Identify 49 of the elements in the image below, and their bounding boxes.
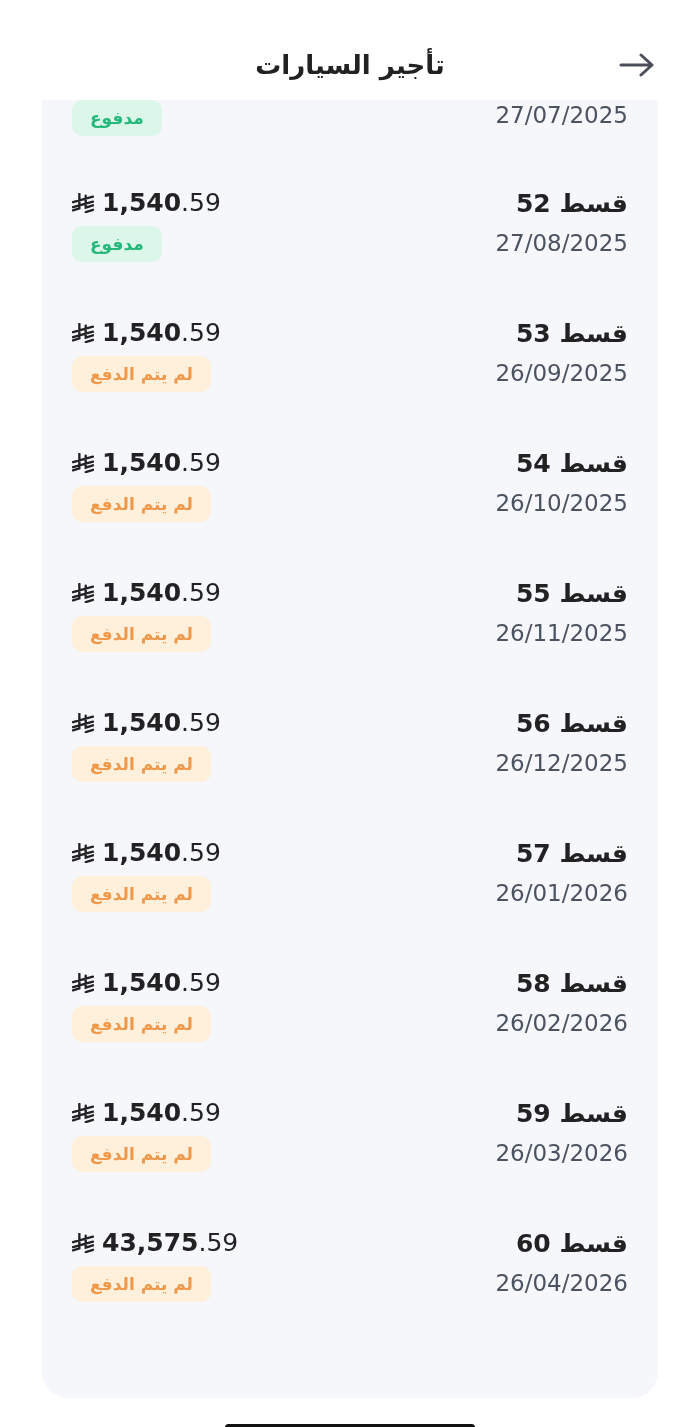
riyal-sign-icon bbox=[72, 713, 94, 733]
status-badge: لم يتم الدفع bbox=[72, 746, 211, 782]
amount: 43,575.59 bbox=[102, 1228, 239, 1258]
amount: 1,540.59 bbox=[102, 968, 221, 998]
amount: 1,540.59 bbox=[102, 578, 221, 608]
due-date: 26/11/2025 bbox=[495, 619, 628, 648]
installment-title: قسط 55 bbox=[515, 578, 628, 610]
status-badge: لم يتم الدفع bbox=[72, 356, 211, 392]
riyal-sign-icon bbox=[72, 193, 94, 213]
status-badge: لم يتم الدفع bbox=[72, 1136, 211, 1172]
status-badge: لم يتم الدفع bbox=[72, 1266, 211, 1302]
due-date: 26/04/2026 bbox=[495, 1269, 628, 1298]
amount: 1,540.59 bbox=[102, 708, 221, 738]
due-date: 26/01/2026 bbox=[495, 879, 628, 908]
installment-title: قسط 54 bbox=[515, 448, 628, 480]
installment-title: قسط 58 bbox=[515, 968, 628, 1000]
due-date: 26/02/2026 bbox=[495, 1009, 628, 1038]
installment-title: قسط 56 bbox=[515, 708, 628, 740]
due-date: 26/03/2026 bbox=[495, 1139, 628, 1168]
riyal-sign-icon bbox=[72, 453, 94, 473]
amount: 1,540.59 bbox=[102, 1098, 221, 1128]
status-badge: لم يتم الدفع bbox=[72, 876, 211, 912]
riyal-sign-icon bbox=[72, 973, 94, 993]
due-date: 27/07/2025 bbox=[495, 101, 628, 130]
installment-title: قسط 52 bbox=[515, 188, 628, 220]
amount: 1,540.59 bbox=[102, 838, 221, 868]
status-badge: لم يتم الدفع bbox=[72, 616, 211, 652]
due-date: 26/10/2025 bbox=[495, 489, 628, 518]
amount: 1,540.59 bbox=[102, 188, 221, 218]
riyal-sign-icon bbox=[72, 323, 94, 343]
status-badge: لم يتم الدفع bbox=[72, 1006, 211, 1042]
status-badge: مدفوع bbox=[72, 226, 162, 262]
installment-title: قسط 53 bbox=[515, 318, 628, 350]
due-date: 26/09/2025 bbox=[495, 359, 628, 388]
amount: 1,540.59 bbox=[102, 318, 221, 348]
riyal-sign-icon bbox=[72, 1103, 94, 1123]
status-badge: لم يتم الدفع bbox=[72, 486, 211, 522]
riyal-sign-icon bbox=[72, 843, 94, 863]
riyal-sign-icon bbox=[72, 583, 94, 603]
installment-title: قسط 57 bbox=[515, 838, 628, 870]
page-title: تأجير السيارات bbox=[255, 50, 445, 80]
amount: 1,540.59 bbox=[102, 448, 221, 478]
back-arrow-icon[interactable] bbox=[619, 53, 655, 77]
status-badge: مدفوع bbox=[72, 100, 162, 136]
riyal-sign-icon bbox=[72, 1233, 94, 1253]
installment-title: قسط 59 bbox=[515, 1098, 628, 1130]
installment-title: قسط 60 bbox=[515, 1228, 628, 1260]
due-date: 27/08/2025 bbox=[495, 229, 628, 258]
due-date: 26/12/2025 bbox=[495, 749, 628, 778]
